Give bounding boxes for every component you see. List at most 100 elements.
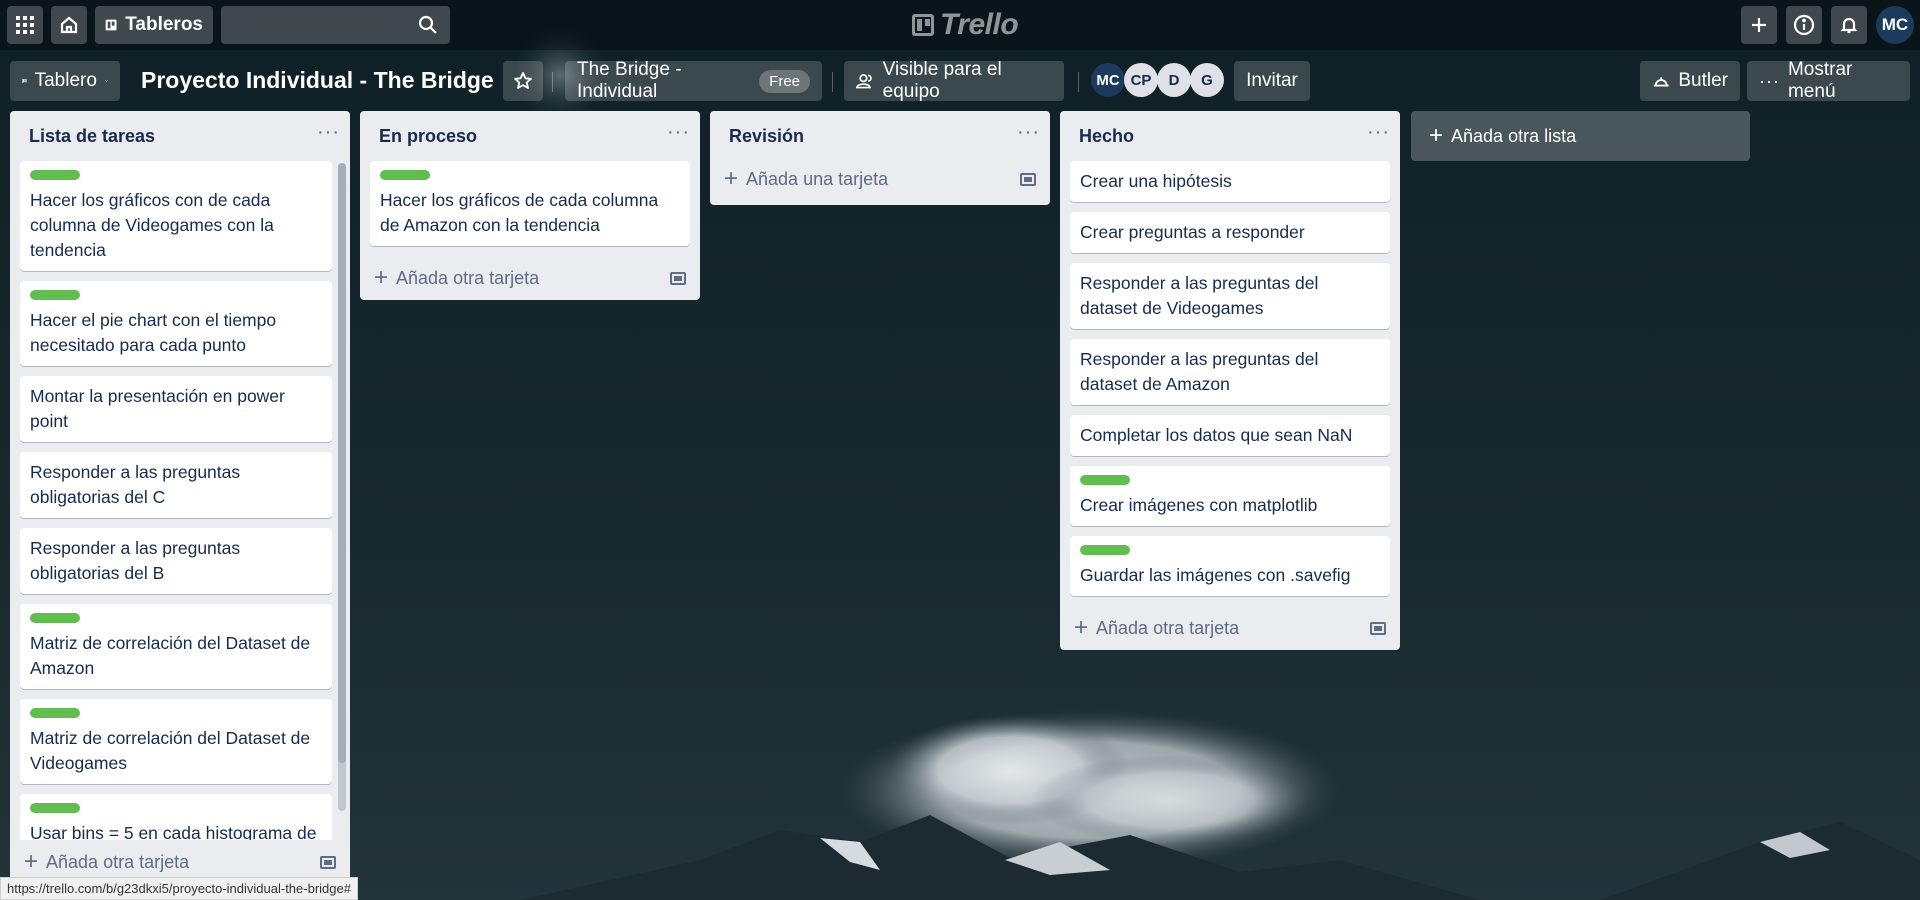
card-title: Hacer los gráficos de cada columna de Am… xyxy=(380,190,659,235)
card[interactable]: Montar la presentación en power point xyxy=(20,376,332,442)
search-input[interactable] xyxy=(221,6,450,44)
view-switcher-button[interactable]: Tablero xyxy=(10,61,120,101)
card[interactable]: Responder a las preguntas obligatorias d… xyxy=(20,528,332,594)
list-menu-icon[interactable]: ··· xyxy=(1367,122,1390,150)
card-template-icon[interactable] xyxy=(670,271,686,285)
create-button[interactable] xyxy=(1741,6,1777,44)
home-button[interactable] xyxy=(51,6,87,44)
top-navigation-bar: Tableros Trello MC xyxy=(0,0,1920,50)
card[interactable]: Hacer los gráficos con de cada columna d… xyxy=(20,161,332,271)
add-card-button[interactable]: + Añada otra tarjeta xyxy=(24,850,189,874)
card[interactable]: Matriz de correlación del Dataset de Vid… xyxy=(20,699,332,784)
plus-icon: + xyxy=(1429,122,1444,149)
list-lista-de-tareas: Lista de tareas ··· Hacer los gráficos c… xyxy=(10,111,350,884)
card[interactable]: Responder a las preguntas del dataset de… xyxy=(1070,263,1390,329)
visibility-button[interactable]: Visible para el equipo xyxy=(844,59,1064,102)
add-card-button[interactable]: + Añada otra tarjeta xyxy=(374,266,539,290)
member-avatar[interactable]: G xyxy=(1190,63,1224,97)
card[interactable]: Usar bins = 5 en cada histograma de cada… xyxy=(20,794,332,840)
card-title: Matriz de correlación del Dataset de Vid… xyxy=(30,728,311,773)
info-button[interactable] xyxy=(1786,6,1822,44)
green-label xyxy=(30,613,80,623)
list-title[interactable]: Lista de tareas xyxy=(29,126,155,147)
add-card-row: + Añada otra tarjeta xyxy=(360,256,700,300)
card[interactable]: Matriz de correlación del Dataset de Ama… xyxy=(20,604,332,689)
list-en-proceso: En proceso ··· Hacer los gráficos de cad… xyxy=(360,111,700,300)
plus-icon xyxy=(1752,18,1766,32)
plan-badge: Free xyxy=(759,69,810,93)
card[interactable]: Crear una hipótesis xyxy=(1070,161,1390,202)
add-card-button[interactable]: + Añada otra tarjeta xyxy=(1074,616,1239,640)
browser-status-url: https://trello.com/b/g23dkxi5/proyecto-i… xyxy=(0,877,358,900)
scrollbar-thumb[interactable] xyxy=(338,163,346,763)
card-title: Guardar las imágenes con .savefig xyxy=(1080,565,1351,585)
member-avatar[interactable]: MC xyxy=(1091,63,1125,97)
green-label xyxy=(30,290,80,300)
card[interactable]: Guardar las imágenes con .savefig xyxy=(1070,536,1390,596)
workspace-button[interactable]: The Bridge - Individual Free xyxy=(565,59,822,102)
card[interactable]: Hacer el pie chart con el tiempo necesit… xyxy=(20,281,332,366)
list-scrollbar[interactable] xyxy=(338,163,346,811)
card-title: Crear imágenes con matplotlib xyxy=(1080,495,1318,515)
chevron-down-icon xyxy=(105,80,108,82)
butler-icon xyxy=(1653,77,1669,87)
list-title[interactable]: En proceso xyxy=(379,126,477,147)
card[interactable]: Hacer los gráficos de cada columna de Am… xyxy=(370,161,690,246)
card-list: Hacer los gráficos de cada columna de Am… xyxy=(360,161,700,246)
header-divider xyxy=(832,72,833,92)
add-list-button[interactable]: + Añada otra lista xyxy=(1411,111,1750,161)
notifications-button[interactable] xyxy=(1831,6,1867,44)
invite-label: Invitar xyxy=(1246,70,1298,91)
green-label xyxy=(30,803,80,813)
card-title: Crear una hipótesis xyxy=(1080,171,1232,191)
green-label xyxy=(380,170,430,180)
list-menu-icon[interactable]: ··· xyxy=(1017,122,1040,150)
add-card-label: Añada otra tarjeta xyxy=(396,267,540,288)
add-list-label: Añada otra lista xyxy=(1451,125,1577,146)
list-menu-icon[interactable]: ··· xyxy=(667,122,690,150)
list-header: Revisión ··· xyxy=(710,111,1050,161)
trello-logo-icon xyxy=(912,14,934,36)
star-board-button[interactable] xyxy=(503,61,543,101)
card[interactable]: Crear preguntas a responder xyxy=(1070,212,1390,253)
card[interactable]: Responder a las preguntas obligatorias d… xyxy=(20,452,332,518)
board-title[interactable]: Proyecto Individual - The Bridge xyxy=(141,67,494,94)
show-menu-button[interactable]: ··· Mostrar menú xyxy=(1747,59,1910,102)
green-label xyxy=(1080,475,1130,485)
list-revision: Revisión ··· + Añada una tarjeta xyxy=(710,111,1050,205)
add-card-button[interactable]: + Añada una tarjeta xyxy=(724,167,888,191)
list-header: En proceso ··· xyxy=(360,111,700,161)
list-title[interactable]: Hecho xyxy=(1079,126,1134,147)
apps-grid-button[interactable] xyxy=(7,6,43,44)
list-menu-icon[interactable]: ··· xyxy=(317,122,340,150)
invite-button[interactable]: Invitar xyxy=(1234,61,1310,101)
list-title[interactable]: Revisión xyxy=(729,126,804,147)
butler-button[interactable]: Butler xyxy=(1640,61,1740,101)
card-title: Montar la presentación en power point xyxy=(30,386,285,431)
boards-button[interactable]: Tableros xyxy=(95,6,213,44)
info-icon xyxy=(1793,14,1815,36)
star-icon xyxy=(514,72,532,89)
header-divider xyxy=(552,72,553,92)
member-avatar[interactable]: CP xyxy=(1124,63,1158,97)
card-title: Crear preguntas a responder xyxy=(1080,222,1305,242)
green-label xyxy=(30,708,80,718)
green-label xyxy=(1080,545,1130,555)
plus-icon: + xyxy=(24,848,39,875)
card-template-icon[interactable] xyxy=(1370,621,1386,635)
card[interactable]: Completar los datos que sean NaN xyxy=(1070,415,1390,456)
card-title: Hacer el pie chart con el tiempo necesit… xyxy=(30,310,277,355)
member-avatar[interactable]: D xyxy=(1157,63,1191,97)
user-avatar[interactable]: MC xyxy=(1876,6,1914,44)
card[interactable]: Responder a las preguntas del dataset de… xyxy=(1070,339,1390,405)
card-template-icon[interactable] xyxy=(1020,172,1036,186)
card-list: Crear una hipótesis Crear preguntas a re… xyxy=(1060,161,1400,596)
card-title: Responder a las preguntas obligatorias d… xyxy=(30,462,241,507)
card[interactable]: Crear imágenes con matplotlib xyxy=(1070,466,1390,526)
trello-logo[interactable]: Trello xyxy=(912,8,1019,42)
add-card-label: Añada una tarjeta xyxy=(746,168,889,189)
view-label: Tablero xyxy=(34,70,97,91)
plus-icon: + xyxy=(374,264,389,291)
card-template-icon[interactable] xyxy=(320,855,336,869)
search-icon xyxy=(418,15,437,34)
